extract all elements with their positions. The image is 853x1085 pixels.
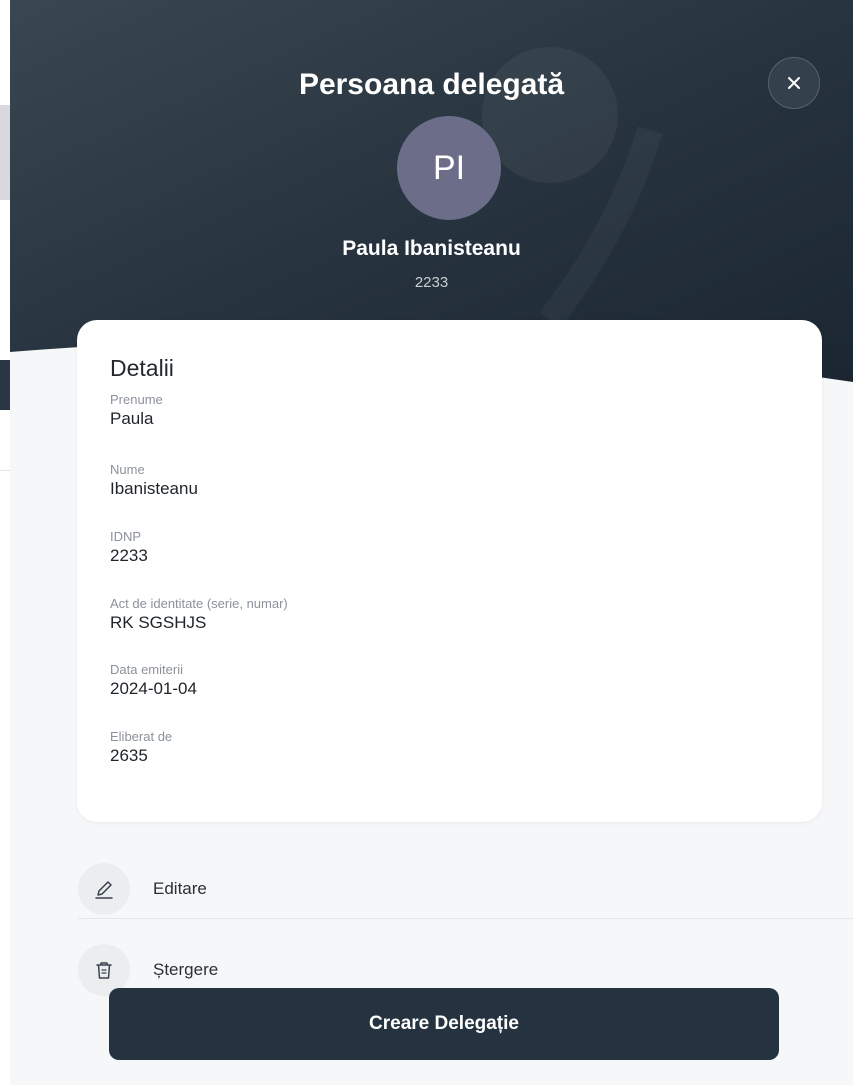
details-card: Detalii Prenume Paula Nume Ibanisteanu I…: [77, 320, 822, 822]
background-dark-block: [0, 360, 10, 410]
field-label: Data emiterii: [110, 662, 183, 677]
field-label: Eliberat de: [110, 729, 173, 744]
edit-label: Editare: [153, 879, 207, 898]
avatar: PI: [397, 116, 501, 220]
field-last-name: Nume Ibanisteanu: [110, 462, 198, 500]
page-title: Persoana delegată: [298, 68, 565, 101]
close-icon: [788, 77, 800, 89]
field-idnp: IDNP 2233: [110, 529, 148, 567]
background-app-edge: [0, 0, 10, 1085]
person-id: 2233: [414, 274, 449, 291]
field-first-name: Prenume Paula: [110, 392, 163, 430]
edit-icon-wrap: [78, 863, 130, 915]
field-label: IDNP: [110, 529, 142, 544]
trash-icon: [96, 962, 112, 979]
edit-action[interactable]: Editare: [10, 861, 853, 917]
background-scrollbar: [0, 105, 10, 200]
field-value: 2233: [110, 546, 148, 565]
field-value: Ibanisteanu: [110, 479, 198, 498]
field-value: 2024-01-04: [110, 679, 197, 698]
field-value: RK SGSHJS: [110, 613, 207, 632]
field-label: Act de identitate (serie, numar): [110, 596, 288, 611]
field-label: Nume: [110, 462, 145, 477]
person-name: Paula Ibanisteanu: [342, 237, 521, 260]
close-button[interactable]: [768, 57, 820, 109]
create-delegation-label: Creare Delegație: [369, 1013, 519, 1034]
field-value: Paula: [110, 409, 154, 428]
pencil-icon: [95, 881, 113, 899]
field-identity-document: Act de identitate (serie, numar) RK SGSH…: [110, 596, 288, 634]
delete-label: Ștergere: [153, 960, 219, 979]
avatar-initials: PI: [432, 148, 466, 187]
field-label: Prenume: [110, 392, 163, 407]
field-value: 2635: [110, 746, 148, 765]
field-issue-date: Data emiterii 2024-01-04: [110, 662, 197, 700]
create-delegation-button[interactable]: Creare Delegație: [109, 988, 779, 1060]
background-divider: [0, 470, 10, 471]
actions-divider: [78, 918, 853, 919]
details-title: Detalii: [110, 355, 174, 381]
field-issued-by: Eliberat de 2635: [110, 729, 172, 767]
delegate-detail-panel: Persoana delegată PI Paula Ibanisteanu 2…: [10, 0, 853, 1085]
